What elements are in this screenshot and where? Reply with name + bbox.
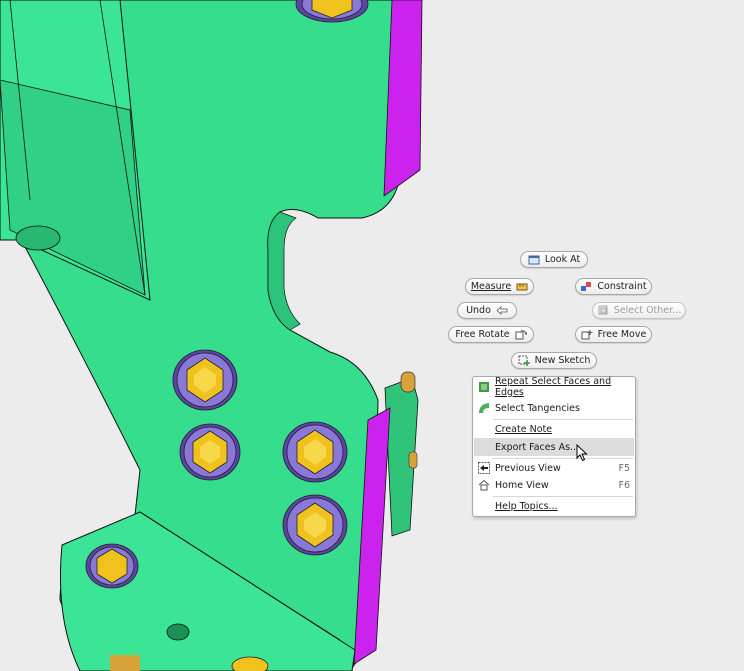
free-move-button[interactable]: Free Move — [575, 326, 652, 343]
menu-item-label: Help Topics... — [495, 500, 558, 512]
free-rotate-button[interactable]: Free Rotate — [448, 326, 534, 343]
menu-item-repeat-select[interactable]: Repeat Select Faces and Edges — [474, 376, 634, 398]
menu-item-select-tangencies[interactable]: Select Tangencies — [474, 399, 634, 417]
context-menu: Repeat Select Faces and Edges Select Tan… — [472, 376, 636, 517]
select-other-label: Select Other... — [613, 305, 682, 316]
menu-item-label: Select Tangencies — [495, 402, 580, 414]
new-sketch-label: New Sketch — [534, 355, 591, 366]
menu-item-shortcut: F6 — [618, 479, 630, 491]
menu-item-create-note[interactable]: Create Note — [474, 420, 634, 438]
menu-item-previous-view[interactable]: Previous View F5 — [474, 459, 634, 477]
look-at-label: Look At — [544, 254, 581, 265]
look-at-button[interactable]: Look At — [520, 251, 588, 268]
constraint-label: Constraint — [597, 281, 647, 292]
menu-item-label: Create Note — [495, 423, 553, 435]
new-sketch-icon — [518, 355, 530, 366]
look-at-icon — [528, 254, 540, 265]
menu-item-label: Repeat Select Faces and Edges — [495, 376, 612, 398]
previous-view-icon — [478, 462, 490, 474]
constraint-icon — [580, 281, 592, 292]
menu-item-shortcut: F5 — [618, 462, 630, 474]
mouse-cursor-icon — [576, 444, 588, 462]
select-other-button[interactable]: Select Other... — [592, 302, 686, 319]
menu-item-help-topics[interactable]: Help Topics... — [474, 497, 634, 515]
rotate-icon — [515, 329, 527, 340]
tangency-icon — [478, 402, 490, 414]
measure-label: Measure — [470, 281, 512, 292]
move-icon — [581, 329, 593, 340]
select-other-icon — [597, 305, 609, 316]
menu-item-export-faces[interactable]: Export Faces As... — [474, 438, 634, 456]
home-icon — [478, 479, 490, 491]
new-sketch-button[interactable]: New Sketch — [511, 352, 597, 369]
menu-item-label: Previous View — [495, 462, 561, 474]
menu-item-label: Home View — [495, 479, 549, 491]
free-rotate-label: Free Rotate — [455, 329, 510, 340]
ruler-icon — [516, 281, 528, 292]
free-move-label: Free Move — [597, 329, 647, 340]
side-pin — [400, 371, 416, 393]
measure-button[interactable]: Measure — [465, 278, 534, 295]
constraint-button[interactable]: Constraint — [575, 278, 652, 295]
menu-item-label: Export Faces As... — [495, 441, 580, 453]
undo-button[interactable]: Undo — [457, 302, 517, 319]
repeat-select-icon — [478, 381, 490, 393]
undo-arrow-icon — [496, 305, 508, 316]
menu-item-home-view[interactable]: Home View F6 — [474, 476, 634, 494]
undo-label: Undo — [466, 305, 491, 316]
